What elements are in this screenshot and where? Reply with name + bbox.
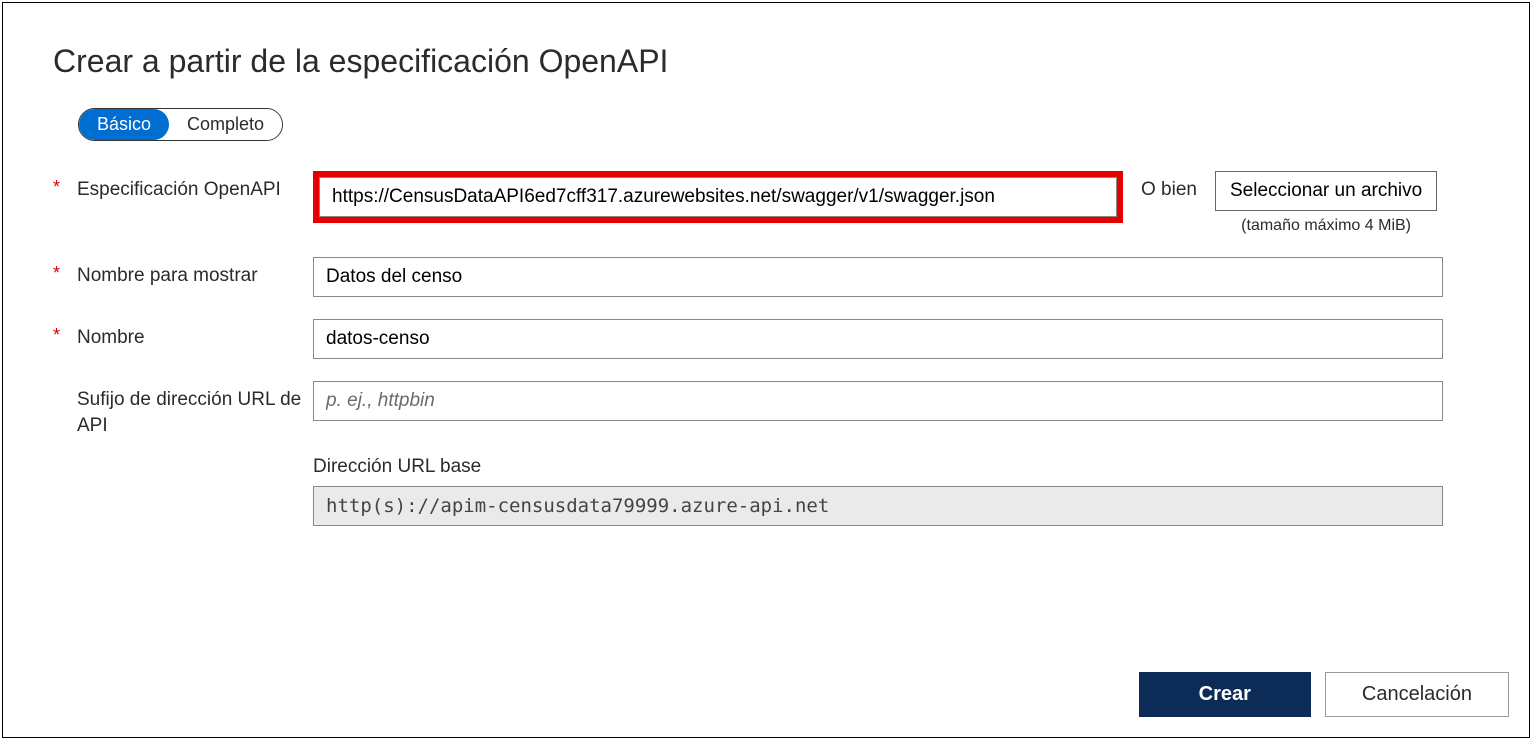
required-mark: *	[53, 325, 77, 346]
toggle-full[interactable]: Completo	[169, 109, 282, 140]
input-display-name[interactable]	[313, 257, 1443, 297]
dialog-title: Crear a partir de la especificación Open…	[53, 43, 1479, 80]
input-name[interactable]	[313, 319, 1443, 359]
input-openapi-spec[interactable]	[319, 177, 1117, 217]
label-display-name: Nombre para mostrar	[77, 263, 258, 289]
label-openapi-spec: Especificación OpenAPI	[77, 177, 281, 203]
toggle-basic[interactable]: Básico	[79, 109, 169, 140]
row-name: * Nombre	[53, 319, 1479, 359]
row-url-suffix: Sufijo de dirección URL de API	[53, 381, 1479, 438]
dialog-footer: Crear Cancelación	[1139, 672, 1509, 717]
highlight-openapi-input	[313, 171, 1123, 223]
create-button[interactable]: Crear	[1139, 672, 1311, 717]
select-file-button[interactable]: Seleccionar un archivo	[1215, 171, 1437, 211]
input-base-url	[313, 486, 1443, 526]
required-mark: *	[53, 263, 77, 284]
input-url-suffix[interactable]	[313, 381, 1443, 421]
cancel-button[interactable]: Cancelación	[1325, 672, 1509, 717]
mode-toggle: Básico Completo	[78, 108, 283, 141]
row-openapi-spec: * Especificación OpenAPI O bien Seleccio…	[53, 171, 1479, 235]
row-display-name: * Nombre para mostrar	[53, 257, 1479, 297]
row-base-url	[53, 486, 1479, 526]
label-name: Nombre	[77, 325, 145, 351]
required-mark	[53, 387, 77, 408]
row-base-url-label: Dirección URL base	[53, 456, 1479, 478]
required-mark: *	[53, 177, 77, 198]
label-base-url: Dirección URL base	[313, 456, 481, 478]
file-size-hint: (tamaño máximo 4 MiB)	[1241, 217, 1411, 235]
label-url-suffix: Sufijo de dirección URL de API	[77, 387, 313, 438]
or-text: O bien	[1141, 171, 1197, 201]
dialog-create-from-openapi: Crear a partir de la especificación Open…	[2, 2, 1530, 738]
